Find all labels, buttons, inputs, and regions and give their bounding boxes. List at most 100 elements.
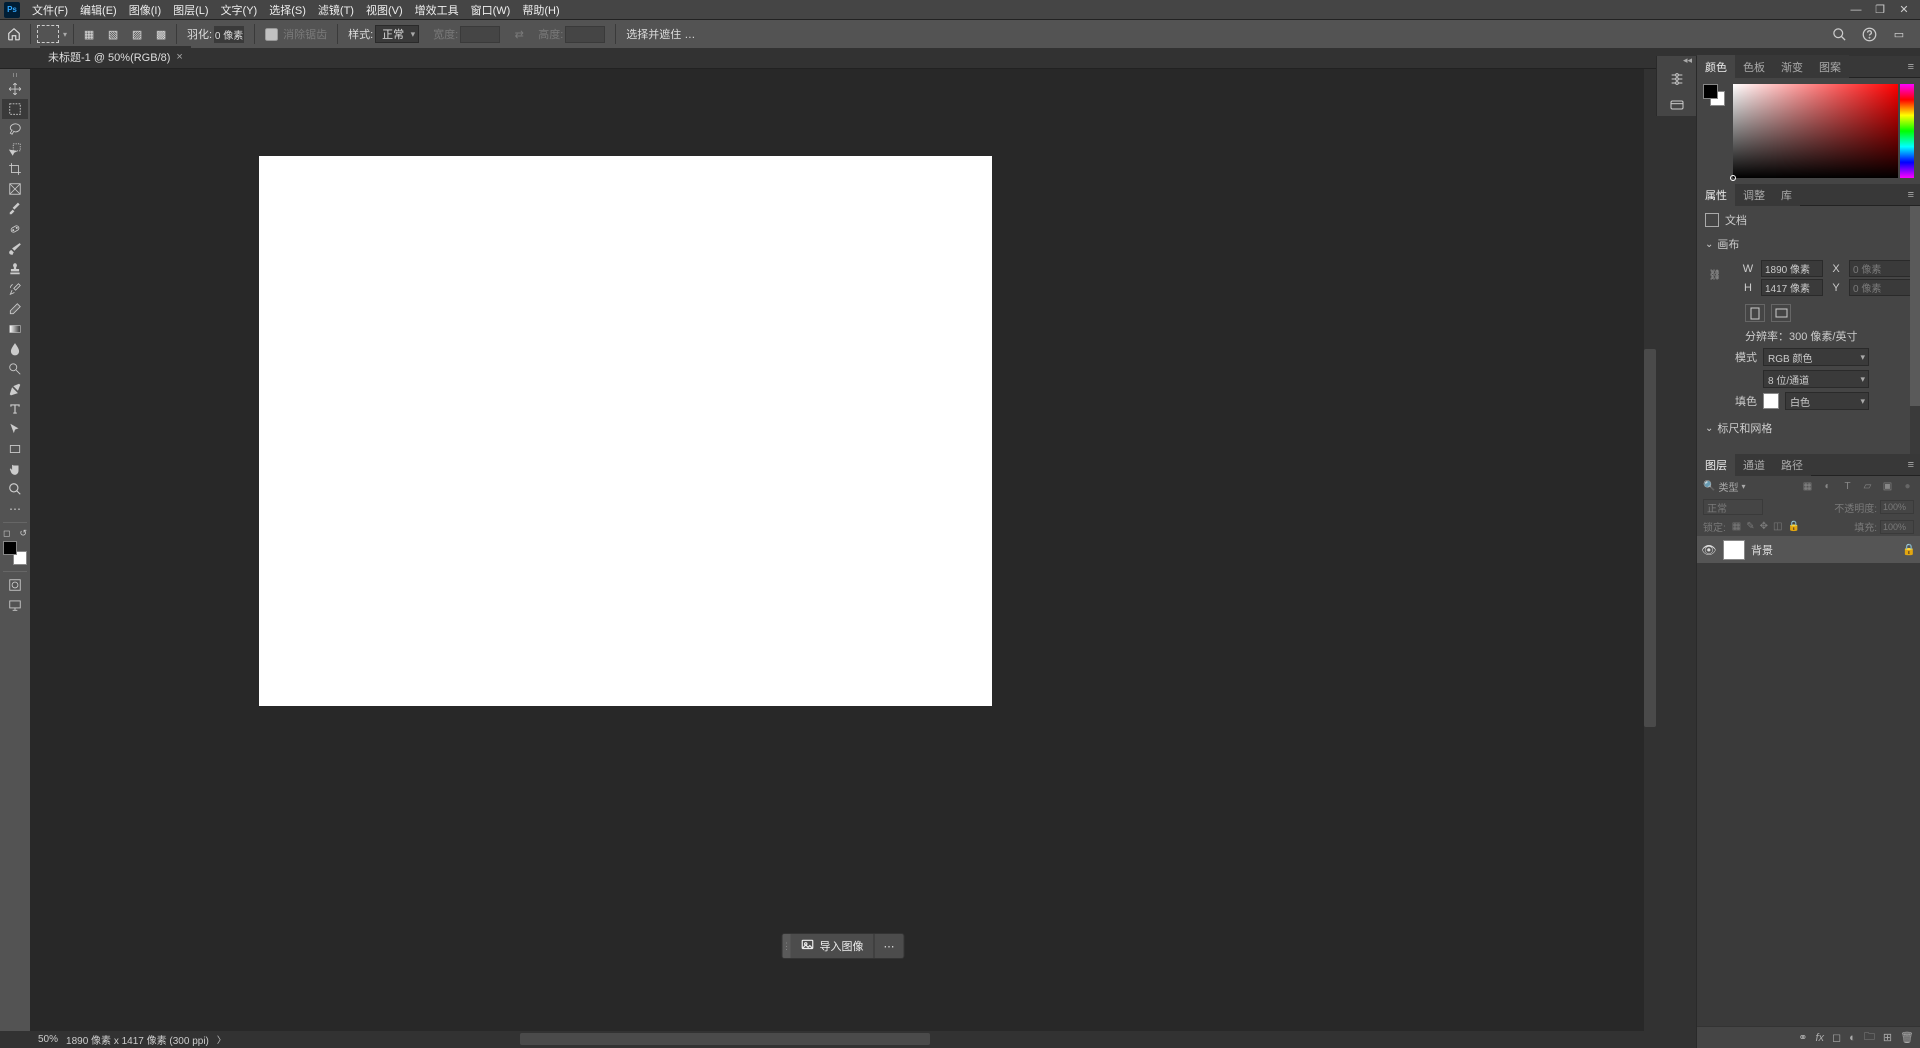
zoom-level[interactable]: 50% xyxy=(38,1034,58,1045)
canvas-y-input[interactable]: 0 像素 xyxy=(1849,279,1911,296)
new-layer-icon[interactable]: ⊞ xyxy=(1883,1031,1892,1044)
adjustment-layer-icon[interactable]: ◐ xyxy=(1849,1032,1856,1044)
select-and-mask-button[interactable]: 选择并遮住 … xyxy=(622,26,699,42)
menu-type[interactable]: 文字(Y) xyxy=(215,2,264,18)
menu-view[interactable]: 视图(V) xyxy=(360,2,409,18)
rulers-grids-section[interactable]: 标尺和网格 xyxy=(1705,420,1912,436)
link-wh-icon[interactable]: ⛓ xyxy=(1709,258,1721,292)
selection-add-icon[interactable]: ▧ xyxy=(104,25,122,43)
filter-pixel-icon[interactable]: ▦ xyxy=(1801,480,1814,493)
style-select[interactable]: 正常 xyxy=(375,25,419,43)
current-tool-icon[interactable] xyxy=(37,25,59,43)
history-brush-tool-icon[interactable] xyxy=(2,279,28,299)
filter-shape-icon[interactable]: ▱ xyxy=(1861,480,1874,493)
menu-window[interactable]: 窗口(W) xyxy=(465,2,517,18)
filter-toggle-icon[interactable]: ● xyxy=(1901,480,1914,493)
lock-image-icon[interactable]: ✎ xyxy=(1746,521,1754,532)
home-icon[interactable] xyxy=(4,25,24,43)
marquee-tool-icon[interactable] xyxy=(2,99,28,119)
menu-layer[interactable]: 图层(L) xyxy=(167,2,214,18)
taskbar-more-icon[interactable]: ⋯ xyxy=(874,934,904,958)
link-layers-icon[interactable]: ⚭ xyxy=(1798,1031,1807,1044)
path-select-tool-icon[interactable] xyxy=(2,419,28,439)
import-image-button[interactable]: 导入图像 xyxy=(791,934,874,958)
menu-filter[interactable]: 滤镜(T) xyxy=(312,2,360,18)
feather-input[interactable]: 0 像素 xyxy=(214,26,244,43)
brush-tool-icon[interactable] xyxy=(2,239,28,259)
eraser-tool-icon[interactable] xyxy=(2,299,28,319)
pen-tool-icon[interactable] xyxy=(2,379,28,399)
layer-list[interactable]: 👁 背景 🔒 xyxy=(1697,536,1920,1026)
swap-colors-icon[interactable]: ◻↺ xyxy=(3,528,27,539)
canvas-width-input[interactable]: 1890 像素 xyxy=(1761,260,1823,277)
layer-name[interactable]: 背景 xyxy=(1751,542,1896,558)
expand-dock-icon[interactable]: ◂◂ xyxy=(1683,55,1692,66)
document-canvas[interactable] xyxy=(259,156,992,706)
tab-libraries[interactable]: 库 xyxy=(1773,183,1800,207)
healing-tool-icon[interactable] xyxy=(2,219,28,239)
orientation-landscape-icon[interactable] xyxy=(1771,304,1791,322)
tab-properties[interactable]: 属性 xyxy=(1697,183,1735,207)
color-swatches[interactable] xyxy=(3,541,27,565)
group-icon[interactable]: 🗀 xyxy=(1864,1028,1875,1047)
canvas-height-input[interactable]: 1417 像素 xyxy=(1761,279,1823,296)
stamp-tool-icon[interactable] xyxy=(2,259,28,279)
canvas-section[interactable]: 画布 xyxy=(1705,236,1912,252)
layer-lock-icon[interactable]: 🔒 xyxy=(1902,543,1916,556)
bit-depth-select[interactable]: 8 位/通道 xyxy=(1763,370,1869,388)
layer-fx-icon[interactable]: fx xyxy=(1815,1032,1824,1044)
tab-layers[interactable]: 图层 xyxy=(1697,453,1735,477)
tab-close-icon[interactable]: × xyxy=(176,51,182,63)
panel-fg-color[interactable] xyxy=(1703,84,1718,99)
gradient-tool-icon[interactable] xyxy=(2,319,28,339)
delete-layer-icon[interactable]: 🗑 xyxy=(1900,1031,1914,1044)
menu-image[interactable]: 图像(I) xyxy=(123,2,167,18)
layer-thumbnail[interactable] xyxy=(1723,540,1745,560)
selection-new-icon[interactable]: ▦ xyxy=(80,25,98,43)
fill-select[interactable]: 白色 xyxy=(1785,392,1869,410)
color-field[interactable] xyxy=(1733,84,1898,178)
canvas-x-input[interactable]: 0 像素 xyxy=(1849,260,1911,277)
quick-select-tool-icon[interactable] xyxy=(2,139,28,159)
edit-toolbar-icon[interactable]: ⋯ xyxy=(2,499,28,519)
hue-slider[interactable] xyxy=(1900,84,1914,178)
taskbar-grip-icon[interactable]: ⋮ xyxy=(783,934,791,958)
zoom-tool-icon[interactable] xyxy=(2,479,28,499)
toolbox-handle[interactable] xyxy=(5,73,25,77)
tab-swatches[interactable]: 色板 xyxy=(1735,55,1773,79)
lock-all-icon[interactable]: 🔒 xyxy=(1787,521,1799,532)
orientation-portrait-icon[interactable] xyxy=(1745,304,1765,322)
tab-patterns[interactable]: 图案 xyxy=(1811,55,1849,79)
selection-intersect-icon[interactable]: ▩ xyxy=(152,25,170,43)
lock-position-icon[interactable]: ✥ xyxy=(1760,521,1768,532)
layers-panel-menu-icon[interactable]: ≡ xyxy=(1902,459,1920,471)
dodge-tool-icon[interactable] xyxy=(2,359,28,379)
menu-plugins[interactable]: 增效工具 xyxy=(409,2,465,18)
crop-tool-icon[interactable] xyxy=(2,159,28,179)
filter-type-icon[interactable]: T xyxy=(1841,480,1854,493)
search-icon[interactable] xyxy=(1830,25,1848,43)
help-icon[interactable] xyxy=(1860,25,1878,43)
tab-channels[interactable]: 通道 xyxy=(1735,453,1773,477)
lock-artboard-icon[interactable]: ◫ xyxy=(1773,521,1782,532)
dock-icon-2[interactable] xyxy=(1668,96,1686,114)
lasso-tool-icon[interactable] xyxy=(2,119,28,139)
tool-preset-dropdown-icon[interactable]: ▾ xyxy=(63,30,67,39)
window-restore-icon[interactable]: ❐ xyxy=(1868,3,1892,16)
tab-gradients[interactable]: 渐变 xyxy=(1773,55,1811,79)
hand-tool-icon[interactable] xyxy=(2,459,28,479)
menu-help[interactable]: 帮助(H) xyxy=(516,2,565,18)
move-tool-icon[interactable] xyxy=(2,79,28,99)
layer-row[interactable]: 👁 背景 🔒 xyxy=(1697,536,1920,564)
eyedropper-tool-icon[interactable] xyxy=(2,199,28,219)
horizontal-scrollbar[interactable] xyxy=(520,1033,930,1045)
properties-panel-menu-icon[interactable]: ≡ xyxy=(1902,189,1920,201)
menu-file[interactable]: 文件(F) xyxy=(26,2,74,18)
vertical-scrollbar[interactable] xyxy=(1644,69,1656,1031)
document-tab[interactable]: 未标题-1 @ 50%(RGB/8) × xyxy=(40,46,191,68)
color-mode-select[interactable]: RGB 颜色 xyxy=(1763,348,1869,366)
tab-color[interactable]: 颜色 xyxy=(1697,55,1735,79)
selection-subtract-icon[interactable]: ▨ xyxy=(128,25,146,43)
dock-icon-1[interactable] xyxy=(1668,70,1686,88)
filter-smart-icon[interactable]: ▣ xyxy=(1881,480,1894,493)
